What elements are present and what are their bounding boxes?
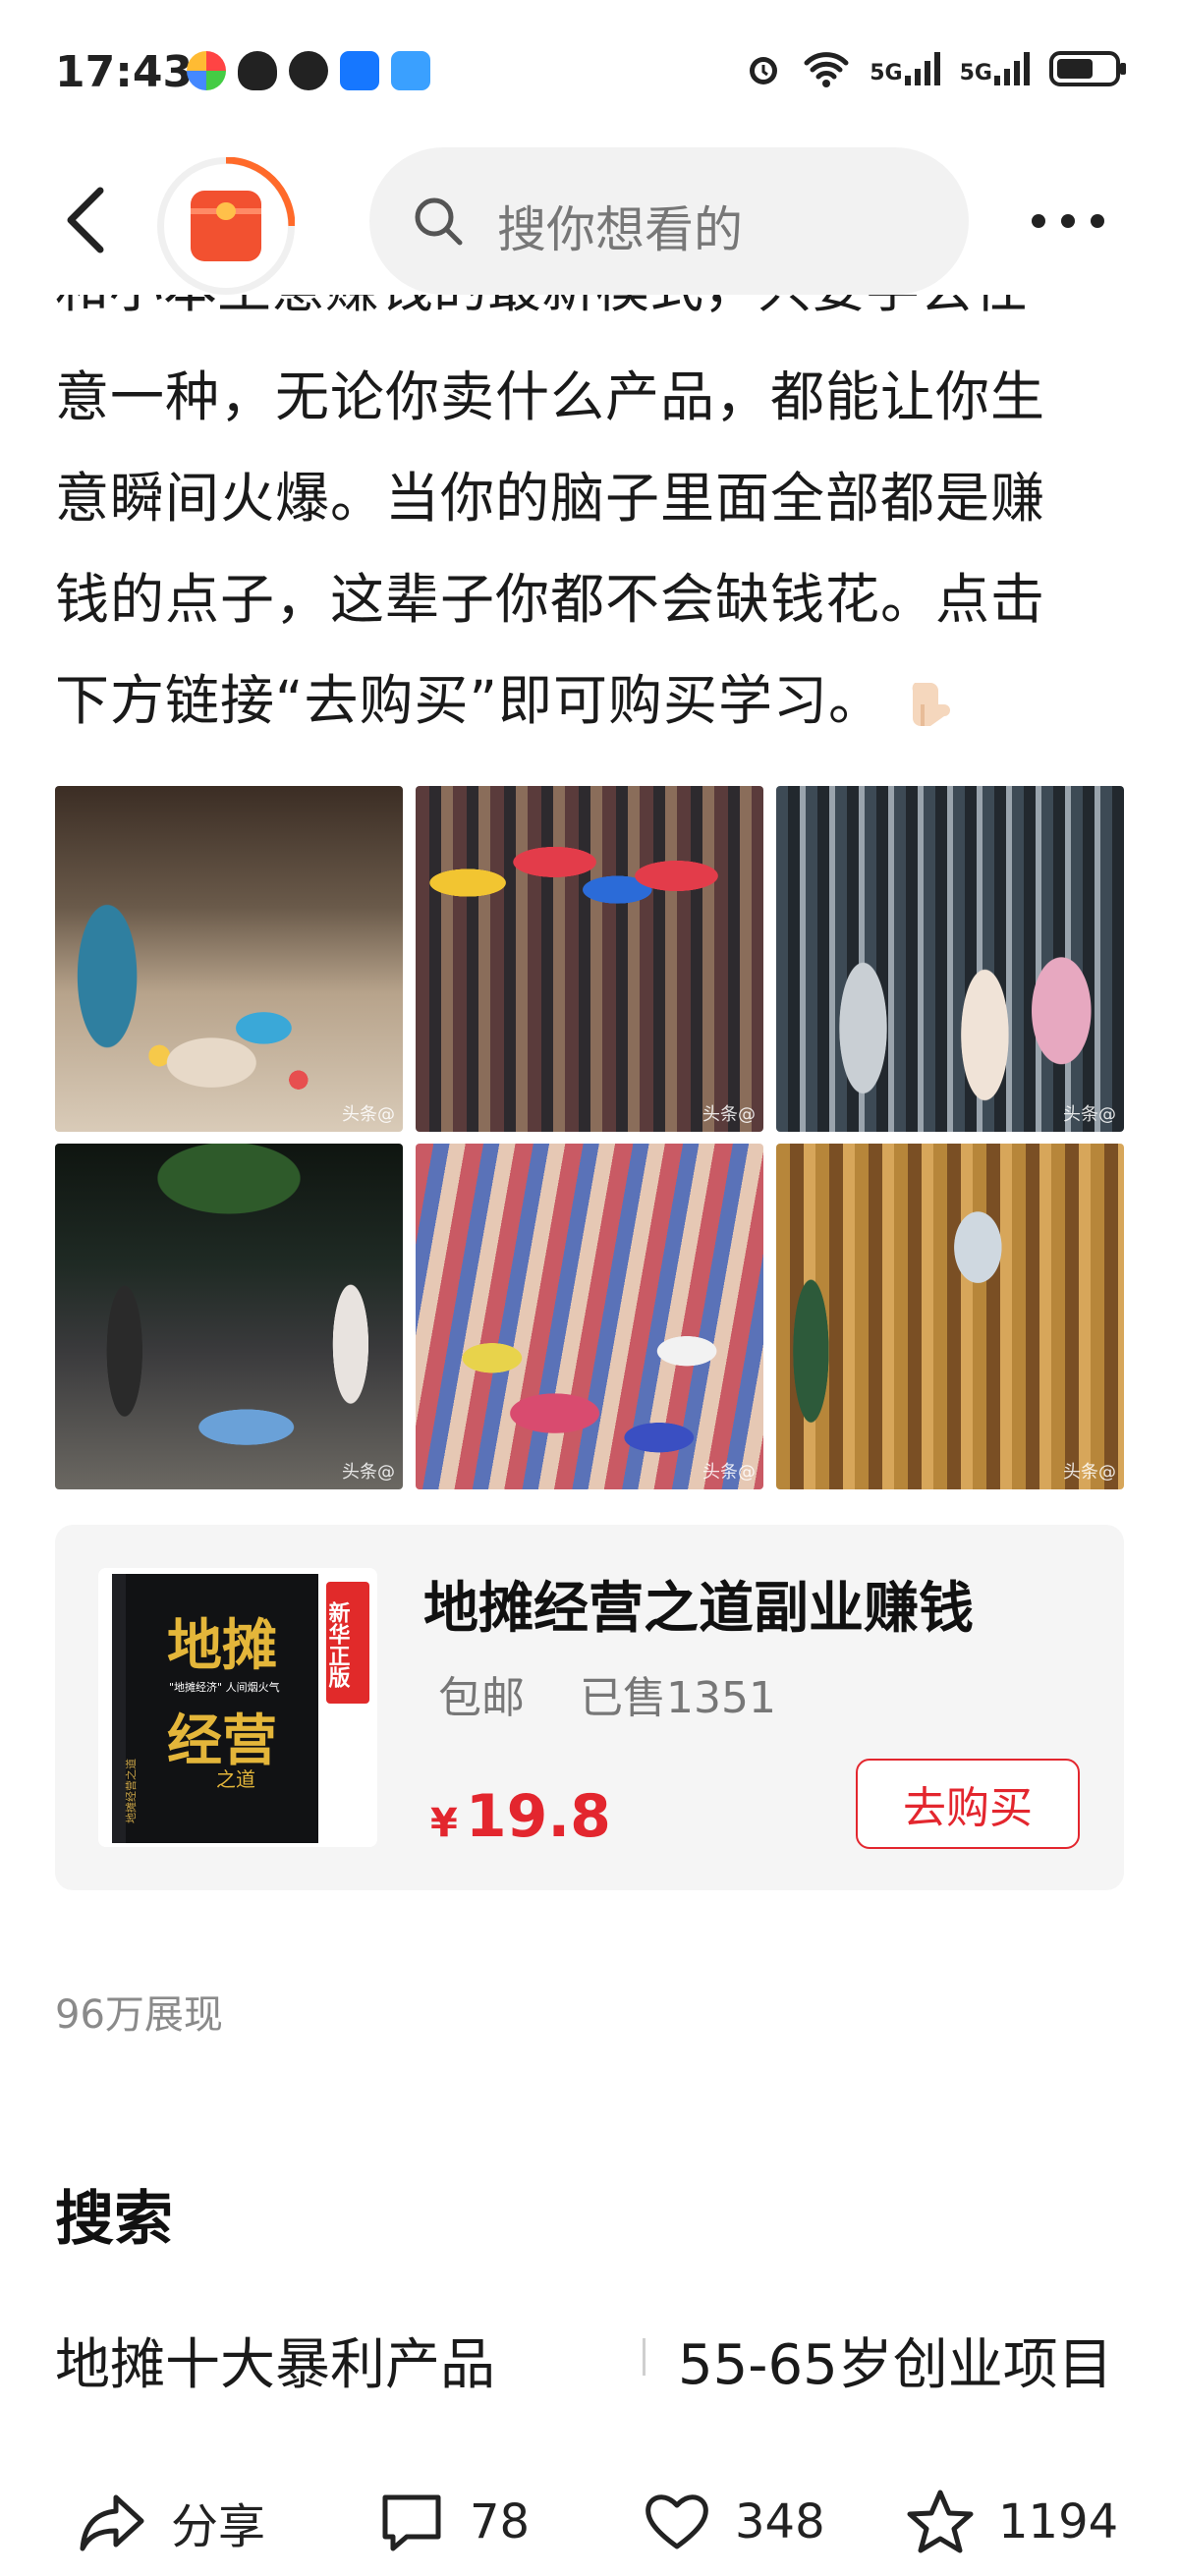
- book-cover-illustration: 地摊经营之道 地摊 "地摊经济" 人间烟火气 经营 之道 新华正版: [98, 1568, 377, 1847]
- comment-button[interactable]: 78: [377, 2488, 530, 2556]
- search-icon: [415, 197, 463, 246]
- share-button[interactable]: 分享: [79, 2488, 265, 2556]
- share-label: 分享: [171, 2499, 266, 2554]
- related-search-row: 地摊十大暴利产品 55-65岁创业项目: [55, 2321, 1136, 2397]
- photo-watermark: 头条@: [342, 1462, 395, 1483]
- article-line-text: 下方链接“去购买”即可购买学习。: [55, 669, 883, 732]
- product-price: ¥19.8: [430, 1782, 611, 1851]
- article-body: 意一种，无论你卖什么产品，都能让你生 意瞬间火爆。当你的脑子里面全部都是赚 钱的…: [55, 275, 1136, 752]
- related-search-item[interactable]: 地摊十大暴利产品: [55, 2321, 495, 2400]
- product-meta: 包邮 已售1351: [438, 1662, 776, 1725]
- product-book-cover[interactable]: 地摊经营之道 地摊 "地摊经济" 人间烟火气 经营 之道 新华正版: [98, 1568, 377, 1847]
- more-dot-icon: [1061, 214, 1075, 228]
- favorite-count: 1194: [998, 2494, 1119, 2549]
- related-divider: [643, 2338, 646, 2376]
- taobao-icon: [391, 51, 430, 90]
- shipping-label: 包邮: [438, 1673, 525, 1723]
- search-section-title: 搜索: [55, 2185, 173, 2254]
- back-arrow-icon[interactable]: [49, 181, 128, 259]
- search-input[interactable]: 搜你想看的: [369, 147, 969, 295]
- sold-count: 已售1351: [580, 1673, 776, 1723]
- market-photo-2[interactable]: 头条@: [416, 786, 763, 1132]
- like-button[interactable]: 348: [643, 2488, 825, 2556]
- top-nav-bar: 搜你想看的: [0, 147, 1179, 295]
- book-title-1: 地摊: [167, 1614, 277, 1678]
- product-title[interactable]: 地摊经营之道副业赚钱: [423, 1564, 974, 1644]
- related-search-item[interactable]: 55-65岁创业项目: [678, 2321, 1113, 2400]
- price-currency: ¥: [430, 1801, 458, 1846]
- market-photo-4[interactable]: 头条@: [55, 1144, 403, 1489]
- photo-watermark: 头条@: [702, 1104, 756, 1125]
- book-spine-title: 地摊经营之道: [124, 1759, 138, 1823]
- favorite-button[interactable]: 1194: [906, 2488, 1118, 2556]
- red-packet-button[interactable]: [157, 157, 295, 295]
- more-options-button[interactable]: [1032, 196, 1150, 246]
- search-placeholder: 搜你想看的: [497, 201, 743, 258]
- wechat-icon: [289, 51, 328, 90]
- signal-1-icon: 5G: [870, 52, 940, 85]
- bottom-action-bar: 分享 78 348 1194: [0, 2466, 1179, 2576]
- heart-icon: [646, 2494, 708, 2549]
- qq-icon: [238, 51, 277, 90]
- comment-icon: [382, 2494, 441, 2551]
- photo-grid: 头条@ 头条@ 头条@ 头条@ 头条@ 头条@: [55, 786, 1124, 1489]
- status-bar: 17:43 5G 5G: [0, 0, 1179, 147]
- article-line: 意一种，无论你卖什么产品，都能让你生: [55, 365, 1046, 428]
- book-tagline: "地摊经济" 人间烟火气: [169, 1680, 280, 1694]
- pointing-down-icon: [913, 682, 951, 726]
- article-line: 钱的点子，这辈子你都不会缺钱花。点击: [55, 568, 1046, 631]
- more-dot-icon: [1032, 214, 1045, 228]
- buy-button[interactable]: 去购买: [856, 1759, 1080, 1849]
- alarm-icon: [750, 57, 778, 84]
- share-icon: [80, 2494, 144, 2551]
- like-count: 348: [735, 2494, 825, 2549]
- market-photo-6[interactable]: 头条@: [776, 1144, 1124, 1489]
- app-pinwheel-icon: [187, 51, 226, 90]
- article-line-last: 下方链接“去购买”即可购买学习。: [55, 650, 1136, 752]
- status-time: 17:43: [55, 47, 194, 97]
- photo-watermark: 头条@: [1063, 1462, 1116, 1483]
- battery-icon: [1049, 51, 1126, 86]
- book-badge: 新华正版: [325, 1600, 351, 1689]
- market-photo-3[interactable]: 头条@: [776, 786, 1124, 1132]
- wifi-icon: [804, 52, 849, 87]
- more-dot-icon: [1091, 214, 1104, 228]
- status-app-icons: [187, 51, 430, 90]
- book-subtitle: 之道: [216, 1767, 255, 1791]
- photo-watermark: 头条@: [702, 1462, 756, 1483]
- book-title-2: 经营: [167, 1709, 277, 1773]
- product-card[interactable]: 地摊经营之道 地摊 "地摊经济" 人间烟火气 经营 之道 新华正版 地摊经营之道…: [55, 1525, 1124, 1890]
- article-line: 意瞬间火爆。当你的脑子里面全部都是赚: [55, 467, 1046, 530]
- market-photo-1[interactable]: 头条@: [55, 786, 403, 1132]
- signal-2-icon: 5G: [960, 52, 1030, 85]
- signal-2-label: 5G: [959, 61, 992, 85]
- star-icon: [907, 2490, 974, 2553]
- market-photo-5[interactable]: 头条@: [416, 1144, 763, 1489]
- alipay-icon: [340, 51, 379, 90]
- signal-1-label: 5G: [870, 61, 903, 85]
- status-indicators: 5G 5G: [744, 49, 1128, 88]
- comment-count: 78: [470, 2494, 531, 2549]
- red-packet-icon: [191, 191, 261, 261]
- photo-watermark: 头条@: [1063, 1104, 1116, 1125]
- view-count: 96万展现: [55, 1992, 223, 2038]
- photo-watermark: 头条@: [342, 1104, 395, 1125]
- price-value: 19.8: [465, 1782, 611, 1851]
